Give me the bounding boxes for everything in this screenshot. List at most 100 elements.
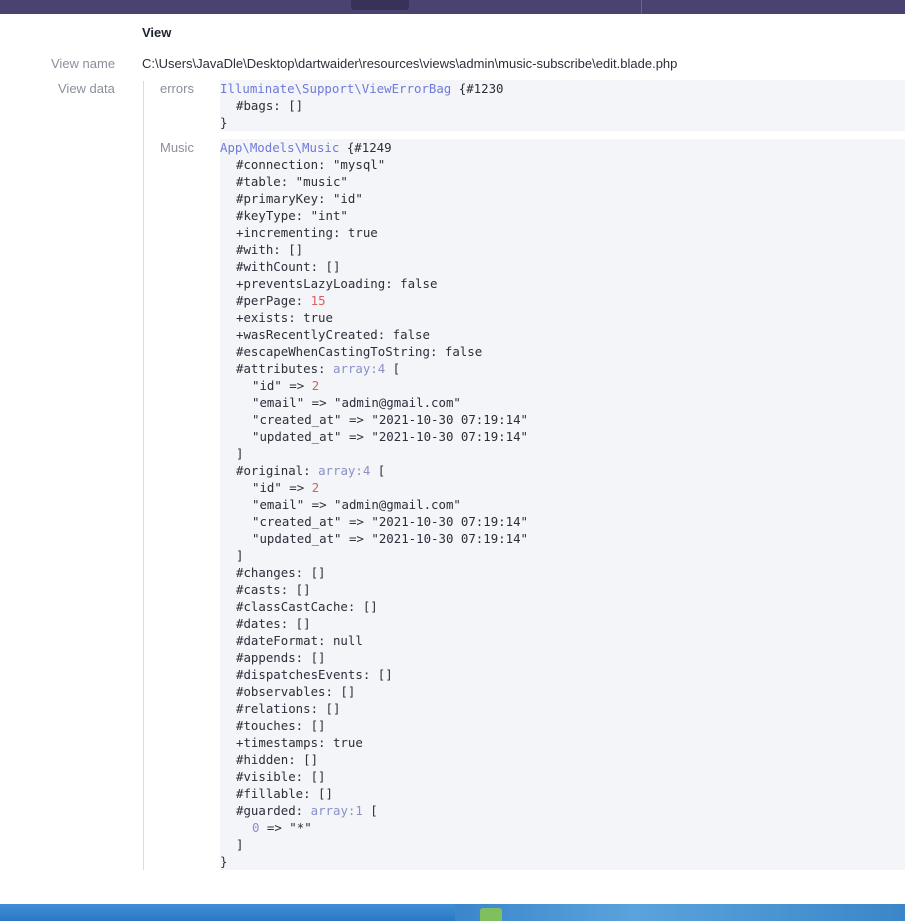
dump-token: +incrementing: true: [236, 225, 378, 240]
dump-line: +timestamps: true: [220, 734, 905, 751]
dump-line: #touches: []: [220, 717, 905, 734]
dump-line: #dates: []: [220, 615, 905, 632]
dump-token: #casts: []: [236, 582, 311, 597]
dump-token: "updated_at" => "2021-10-30 07:19:14": [252, 429, 529, 444]
dump-token: #connection: "mysql": [236, 157, 386, 172]
dump-line: #appends: []: [220, 649, 905, 666]
dump-token: [: [362, 803, 378, 818]
taskbar-highlight: [455, 904, 905, 921]
view-data-divider: [143, 81, 144, 870]
dump-line: +exists: true: [220, 309, 905, 326]
music-dump: App\Models\Music {#1249 #connection: "mys…: [220, 139, 905, 870]
dump-token: #with: []: [236, 242, 304, 257]
dump-token: #visible: []: [236, 769, 326, 784]
dump-token: +timestamps: true: [236, 735, 363, 750]
dump-line: "created_at" => "2021-10-30 07:19:14": [220, 411, 905, 428]
dump-token: ]: [236, 446, 244, 461]
dump-token: #withCount: []: [236, 259, 341, 274]
dump-token[interactable]: App\Models\Music: [220, 140, 339, 155]
dump-line: #with: []: [220, 241, 905, 258]
dump-line: ]: [220, 445, 905, 462]
dump-token: #keyType: "int": [236, 208, 348, 223]
dump-token: #appends: []: [236, 650, 326, 665]
errors-var-label: errors: [160, 81, 194, 96]
dump-token: ]: [236, 837, 244, 852]
dump-line: #bags: []: [220, 97, 905, 114]
dump-line: #primaryKey: "id": [220, 190, 905, 207]
dump-token: "id" =>: [252, 378, 312, 393]
active-tab[interactable]: [351, 0, 409, 10]
dump-token: #hidden: []: [236, 752, 319, 767]
dump-line: +preventsLazyLoading: false: [220, 275, 905, 292]
dump-line: #classCastCache: []: [220, 598, 905, 615]
dump-token: "updated_at" => "2021-10-30 07:19:14": [252, 531, 529, 546]
dump-line: "updated_at" => "2021-10-30 07:19:14": [220, 530, 905, 547]
dump-line: #guarded: array:1 [: [220, 802, 905, 819]
dump-token: #observables: []: [236, 684, 356, 699]
dump-line: App\Models\Music {#1249: [220, 139, 905, 156]
dump-token: array:1: [310, 803, 363, 818]
dump-line: #dateFormat: null: [220, 632, 905, 649]
dump-token: {#1249: [339, 140, 392, 155]
dump-line: ]: [220, 547, 905, 564]
dump-line: }: [220, 853, 905, 870]
dump-line: ]: [220, 836, 905, 853]
dump-token: #attributes:: [236, 361, 333, 376]
view-data-label: View data: [58, 81, 115, 96]
dump-token: array:4: [332, 361, 386, 376]
view-name-value: C:\Users\JavaDle\Desktop\dartwaider\reso…: [142, 56, 678, 71]
dump-token: #dateFormat: null: [236, 633, 363, 648]
dump-token: => "*": [259, 820, 312, 835]
dump-line: #original: array:4 [: [220, 462, 905, 479]
top-window-bar: [0, 0, 905, 14]
dump-token: "email" => "admin@gmail.com": [252, 395, 461, 410]
dump-line: Illuminate\Support\ViewErrorBag {#1230: [220, 80, 905, 97]
dump-line: +incrementing: true: [220, 224, 905, 241]
dump-line: #observables: []: [220, 683, 905, 700]
dump-line: +wasRecentlyCreated: false: [220, 326, 905, 343]
dump-line: #table: "music": [220, 173, 905, 190]
dump-token: }: [220, 854, 228, 869]
dump-line: #perPage: 15: [220, 292, 905, 309]
dump-line: #relations: []: [220, 700, 905, 717]
dump-line: 0 => "*": [220, 819, 905, 836]
dump-line: #withCount: []: [220, 258, 905, 275]
dump-line: #attributes: array:4 [: [220, 360, 905, 377]
dump-token: #relations: []: [236, 701, 341, 716]
dump-line: "created_at" => "2021-10-30 07:19:14": [220, 513, 905, 530]
dump-token: "created_at" => "2021-10-30 07:19:14": [252, 514, 529, 529]
dump-token: #bags: []: [236, 98, 304, 113]
view-name-label: View name: [51, 56, 116, 71]
dump-token: #changes: []: [236, 565, 326, 580]
dump-line: #fillable: []: [220, 785, 905, 802]
dump-token: +preventsLazyLoading: false: [236, 276, 438, 291]
music-var-label: Music: [160, 140, 194, 155]
dump-token: 2: [311, 480, 320, 495]
dump-line: #escapeWhenCastingToString: false: [220, 343, 905, 360]
errors-dump: Illuminate\Support\ViewErrorBag {#1230 #b…: [220, 80, 905, 131]
dump-token: +exists: true: [236, 310, 333, 325]
dump-line: #hidden: []: [220, 751, 905, 768]
dump-token: #1230: [466, 81, 504, 96]
dump-line: #visible: []: [220, 768, 905, 785]
dump-token: #touches: []: [236, 718, 326, 733]
dump-token: #classCastCache: []: [236, 599, 378, 614]
dump-token: ]: [236, 548, 244, 563]
taskbar: [0, 904, 905, 921]
dump-token[interactable]: Illuminate\Support\ViewErrorBag: [220, 81, 451, 96]
dump-token: #dates: []: [236, 616, 311, 631]
dump-token: +wasRecentlyCreated: false: [236, 327, 430, 342]
dump-line: #connection: "mysql": [220, 156, 905, 173]
dump-token: #escapeWhenCastingToString: false: [236, 344, 483, 359]
dump-token: #original:: [236, 463, 319, 478]
dump-line: "email" => "admin@gmail.com": [220, 496, 905, 513]
dump-token: #fillable: []: [236, 786, 333, 801]
dump-token: #primaryKey: "id": [236, 191, 363, 206]
dump-token: #dispatchesEvents: []: [236, 667, 393, 682]
dump-token: 15: [310, 293, 326, 308]
dump-token: "email" => "admin@gmail.com": [252, 497, 461, 512]
dump-token: [: [370, 463, 386, 478]
dump-line: #changes: []: [220, 564, 905, 581]
dump-token: "created_at" => "2021-10-30 07:19:14": [252, 412, 529, 427]
taskbar-app-icon[interactable]: [480, 908, 502, 921]
